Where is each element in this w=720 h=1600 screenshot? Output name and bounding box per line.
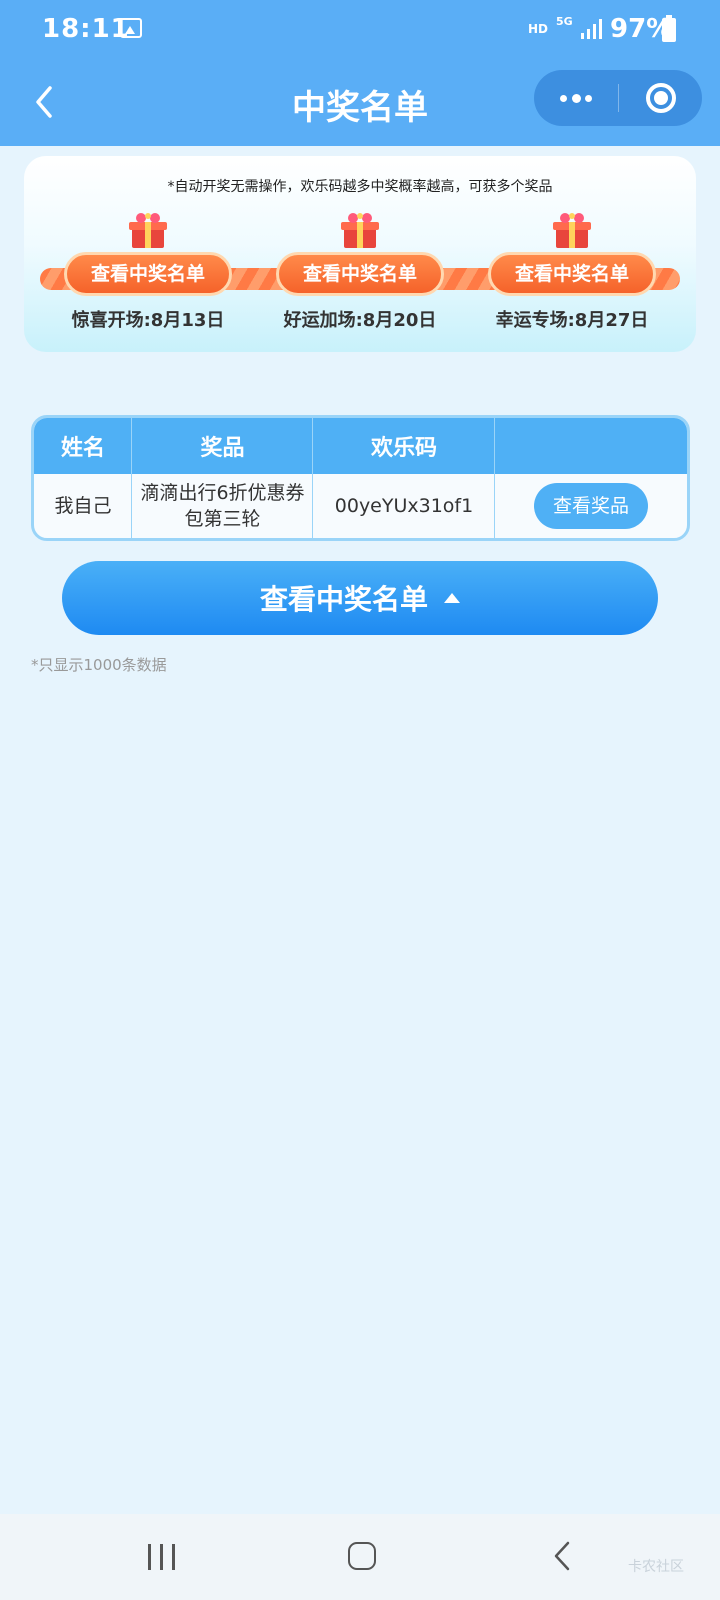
draw-schedule-banner: *自动开奖无需操作，欢乐码越多中奖概率越高，可获多个奖品 查看中奖名单 惊喜开场…	[24, 156, 696, 352]
gift-box-icon	[553, 213, 591, 248]
round-item: 查看中奖名单 好运加场:8月20日	[276, 210, 444, 331]
view-prize-button[interactable]: 查看奖品	[534, 483, 648, 529]
nav-bar: 中奖名单	[0, 62, 720, 146]
recent-apps-icon[interactable]	[148, 1544, 176, 1570]
cell-action: 查看奖品	[495, 474, 687, 538]
mini-program-capsule	[534, 70, 702, 126]
main-button-label: 查看中奖名单	[259, 583, 428, 616]
capsule-divider	[618, 84, 619, 112]
more-dots-icon[interactable]	[534, 70, 618, 126]
data-limit-note: *只显示1000条数据	[31, 656, 167, 674]
column-divider	[494, 418, 495, 538]
header-action	[495, 418, 687, 474]
banner-notice: *自动开奖无需操作，欢乐码越多中奖概率越高，可获多个奖品	[167, 179, 553, 195]
network-type: 5G	[556, 15, 573, 28]
home-icon[interactable]	[348, 1542, 376, 1570]
round-label: 惊喜开场:8月13日	[71, 310, 225, 331]
hd-indicator: HD	[528, 22, 549, 36]
gift-box-icon	[129, 213, 167, 248]
column-divider	[312, 418, 313, 538]
signal-icon	[581, 19, 602, 39]
status-bar: 18:11 HD 5G 97%	[0, 0, 720, 62]
round-label: 好运加场:8月20日	[283, 310, 437, 331]
header-code: 欢乐码	[370, 436, 437, 461]
caret-up-icon	[444, 593, 460, 603]
cell-name: 我自己	[54, 495, 112, 517]
view-winners-button[interactable]: 查看中奖名单	[276, 252, 444, 296]
system-nav-bar: 卡农社区	[0, 1514, 720, 1600]
cell-prize: 滴滴出行6折优惠券包第三轮	[140, 482, 305, 530]
header-name: 姓名	[60, 436, 105, 461]
cell-code: 00yeYUx31of1	[334, 495, 474, 517]
winners-table: 姓名 奖品 欢乐码 我自己 滴滴出行6折优惠券包第三轮 00yeYUx31of1…	[31, 415, 690, 541]
view-winners-button[interactable]: 查看中奖名单	[488, 252, 656, 296]
round-item: 查看中奖名单 惊喜开场:8月13日	[64, 210, 232, 331]
gallery-icon	[120, 18, 142, 38]
column-divider	[131, 418, 132, 538]
round-item: 查看中奖名单 幸运专场:8月27日	[488, 210, 656, 331]
system-back-icon[interactable]	[552, 1540, 572, 1572]
view-winners-button[interactable]: 查看中奖名单	[64, 252, 232, 296]
status-time: 18:11	[42, 14, 130, 44]
battery-icon	[662, 15, 676, 42]
header-prize: 奖品	[200, 436, 245, 461]
target-icon[interactable]	[646, 83, 676, 113]
watermark: 卡农社区	[628, 1559, 684, 1575]
gift-box-icon	[341, 213, 379, 248]
round-label: 幸运专场:8月27日	[495, 310, 649, 331]
view-winners-main-button[interactable]: 查看中奖名单	[62, 561, 658, 635]
